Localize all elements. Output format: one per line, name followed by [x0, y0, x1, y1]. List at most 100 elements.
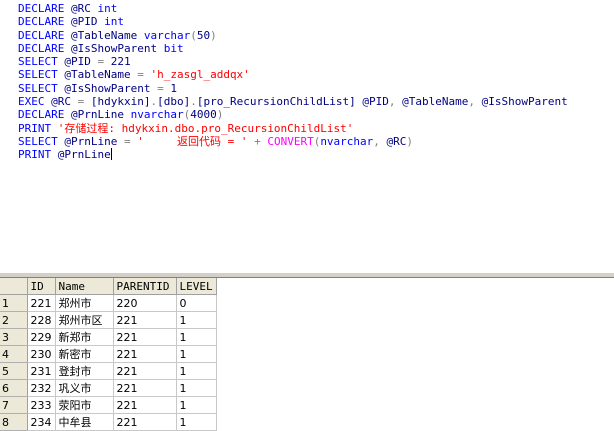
code-token: DECLARE	[18, 2, 71, 15]
table-row[interactable]: 5 231 登封市 221 1	[0, 362, 217, 380]
code-line: SELECT @PID = 221	[18, 55, 568, 68]
grid-cell[interactable]: 登封市	[55, 362, 114, 380]
code-token: =	[157, 81, 171, 95]
grid-cell[interactable]: 221	[113, 328, 177, 346]
grid-cell[interactable]: 229	[27, 328, 56, 346]
grid-cell[interactable]: 1	[176, 311, 217, 329]
grid-cell[interactable]: 新密市	[55, 345, 114, 363]
grid-cell[interactable]: 233	[27, 396, 56, 414]
grid-cell[interactable]: 221	[113, 396, 177, 414]
code-token: )	[210, 28, 217, 42]
code-token: '存储过程: hdykxin.dbo.pro_RecursionChildLis…	[57, 121, 354, 135]
code-line: EXEC @RC = [hdykxin].[dbo].[pro_Recursio…	[18, 95, 568, 108]
grid-cell[interactable]: 234	[27, 413, 56, 431]
grid-corner[interactable]	[0, 278, 28, 295]
column-header-name[interactable]: Name	[55, 278, 114, 295]
grid-cell[interactable]: 1	[176, 345, 217, 363]
code-token: [dbo]	[157, 95, 191, 109]
row-number[interactable]: 1	[0, 294, 28, 312]
code-token: ,	[373, 134, 387, 148]
grid-cell[interactable]: 1	[176, 328, 217, 346]
code-token: @IsShowParent	[64, 81, 158, 95]
table-row[interactable]: 8 234 中牟县 221 1	[0, 413, 217, 431]
code-line: PRINT @PrnLine	[18, 148, 568, 161]
grid-cell[interactable]: 1	[176, 362, 217, 380]
code-line: DECLARE @IsShowParent bit	[18, 42, 568, 55]
code-line: PRINT '存储过程: hdykxin.dbo.pro_RecursionCh…	[18, 122, 568, 135]
grid-cell[interactable]: 221	[113, 413, 177, 431]
results-grid-pane: ID Name PARENTID LEVEL 1 221 郑州市 220 0 2 228 郑州…	[0, 278, 614, 431]
code-token: SELECT	[18, 68, 65, 82]
code-token: @RC	[51, 95, 78, 109]
grid-cell[interactable]: 郑州市	[55, 294, 114, 312]
row-number[interactable]: 5	[0, 362, 28, 380]
grid-cell[interactable]: 0	[176, 294, 217, 312]
code-token: 4000	[190, 108, 217, 122]
row-number[interactable]: 6	[0, 379, 28, 397]
code-token: ,	[468, 95, 482, 109]
grid-cell[interactable]: 232	[27, 379, 56, 397]
code-line: SELECT @TableName = 'h_zasgl_addqx'	[18, 68, 568, 81]
column-header-level[interactable]: LEVEL	[176, 278, 217, 295]
row-number[interactable]: 2	[0, 311, 28, 329]
grid-cell[interactable]: 1	[176, 396, 217, 414]
code-token: bit	[163, 41, 184, 55]
grid-cell[interactable]: 新郑市	[55, 328, 114, 346]
code-token: [hdykxin]	[90, 95, 151, 109]
grid-cell[interactable]: 228	[27, 311, 56, 329]
column-header-id[interactable]: ID	[27, 278, 56, 295]
code-token: @PrnLine	[70, 108, 131, 122]
grid-cell[interactable]: 巩义市	[55, 379, 114, 397]
code-token: @TableName	[402, 95, 469, 109]
table-row[interactable]: 4 230 新密市 221 1	[0, 345, 217, 363]
code-token: 50	[196, 28, 211, 42]
grid-cell[interactable]: 231	[27, 362, 56, 380]
row-number[interactable]: 7	[0, 396, 28, 414]
code-token: nvarchar	[130, 108, 184, 122]
table-row[interactable]: 2 228 郑州市区 221 1	[0, 311, 217, 329]
code-line: DECLARE @PID int	[18, 15, 568, 28]
code-token: @TableName	[64, 68, 138, 82]
code-token: SELECT	[18, 55, 65, 69]
grid-cell[interactable]: 230	[27, 345, 56, 363]
code-token: =	[97, 55, 111, 69]
grid-cell[interactable]: 郑州市区	[55, 311, 114, 329]
grid-cell[interactable]: 1	[176, 413, 217, 431]
code-token: (	[190, 28, 197, 42]
code-token: =	[77, 95, 91, 109]
table-row[interactable]: 7 233 荥阳市 221 1	[0, 396, 217, 414]
code-token: DECLARE	[18, 15, 71, 29]
table-row[interactable]: 3 229 新郑市 221 1	[0, 328, 217, 346]
text-cursor	[110, 148, 112, 161]
code-token: @IsShowParent	[481, 95, 568, 109]
code-token: =	[123, 134, 138, 148]
query-editor[interactable]: DECLARE @RC int DECLARE @PID int DECLARE @…	[0, 0, 614, 272]
grid-cell[interactable]: 荥阳市	[55, 396, 114, 414]
code-token: SELECT	[18, 81, 65, 95]
grid-cell[interactable]: 221	[113, 345, 177, 363]
code-token: ,	[388, 95, 403, 109]
code-token: @PrnLine	[57, 148, 111, 162]
grid-cell[interactable]: 1	[176, 379, 217, 397]
grid-cell[interactable]: 中牟县	[55, 413, 114, 431]
row-number[interactable]: 4	[0, 345, 28, 363]
grid-cell[interactable]: 221	[27, 294, 56, 312]
code-line: DECLARE @RC int	[18, 2, 568, 15]
grid-cell[interactable]: 221	[113, 379, 177, 397]
code-token: @TableName	[70, 28, 144, 42]
table-row[interactable]: 6 232 巩义市 221 1	[0, 379, 217, 397]
column-header-parentid[interactable]: PARENTID	[113, 278, 177, 295]
code-token: EXEC	[18, 95, 52, 109]
grid-cell[interactable]: 221	[113, 362, 177, 380]
grid-cell[interactable]: 221	[113, 311, 177, 329]
code-token: @IsShowParent	[70, 41, 164, 55]
row-number[interactable]: 3	[0, 328, 28, 346]
table-row[interactable]: 1 221 郑州市 220 0	[0, 294, 217, 312]
code-token: DECLARE	[18, 28, 71, 42]
sql-code[interactable]: DECLARE @RC int DECLARE @PID int DECLARE @…	[18, 2, 568, 162]
row-number[interactable]: 8	[0, 413, 28, 431]
grid-cell[interactable]: 220	[113, 294, 177, 312]
code-token: [pro_RecursionChildList] @PID	[196, 95, 389, 109]
code-token: DECLARE	[18, 41, 71, 55]
code-token: @RC	[386, 134, 407, 148]
